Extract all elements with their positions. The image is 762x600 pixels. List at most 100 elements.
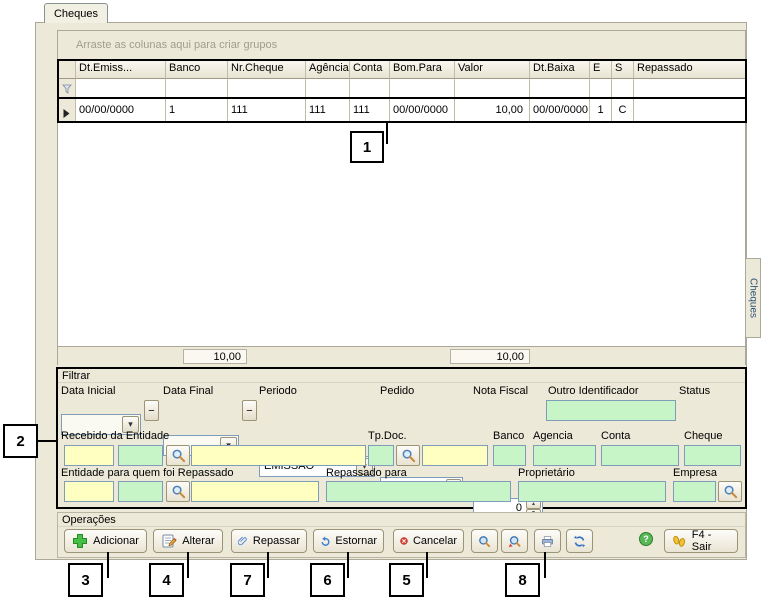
estornar-button[interactable]: Estornar: [313, 529, 384, 553]
conta-input[interactable]: [601, 445, 679, 466]
row-indicator: [58, 99, 76, 123]
callout-1: 1: [350, 131, 384, 163]
repassar-button[interactable]: Repassar: [231, 529, 307, 553]
column-header-agencia[interactable]: Agência: [306, 60, 350, 79]
zoom-out-button[interactable]: [501, 529, 528, 553]
column-header-repassado[interactable]: Repassado: [634, 60, 745, 79]
grid-filter-row: [58, 79, 745, 99]
filter-cell-banco[interactable]: [166, 79, 228, 99]
callout-2: 2: [3, 424, 38, 458]
filter-cell-bom-para[interactable]: [390, 79, 455, 99]
funnel-icon: [62, 84, 72, 94]
cancelar-button[interactable]: Cancelar: [393, 529, 464, 553]
repassado-para-input[interactable]: [326, 481, 511, 502]
entidade-repassado-code-input[interactable]: [64, 481, 114, 502]
agencia-input[interactable]: [533, 445, 596, 466]
operations-panel: Operações Adicionar Alterar Repassar Est…: [57, 512, 746, 558]
recebido-entidade-name-input[interactable]: [191, 445, 366, 466]
outro-identificador-label: Outro Identificador: [548, 385, 639, 397]
column-header-conta[interactable]: Conta: [350, 60, 390, 79]
refresh-button[interactable]: [566, 529, 593, 553]
empresa-input[interactable]: [673, 481, 716, 502]
alterar-label: Alterar: [182, 535, 214, 547]
callout-6-line: [347, 552, 349, 578]
help-button[interactable]: ?: [639, 532, 653, 546]
filter-cell-s[interactable]: [612, 79, 634, 99]
adicionar-button[interactable]: Adicionar: [64, 529, 147, 553]
side-tab-cheques[interactable]: Cheques: [746, 258, 761, 338]
empresa-lookup-button[interactable]: [718, 481, 742, 502]
cheque-label: Cheque: [684, 430, 723, 442]
cheques-grid: Arraste as colunas aqui para criar grupo…: [57, 30, 746, 365]
cell-banco[interactable]: 1: [166, 99, 228, 123]
filter-cell-dt-baixa[interactable]: [530, 79, 590, 99]
cell-valor[interactable]: 10,00: [455, 99, 530, 123]
magnifier-icon: [723, 484, 738, 499]
filter-cell-repassado[interactable]: [634, 79, 745, 99]
cell-dt-emissao[interactable]: 00/00/0000: [76, 99, 166, 123]
recebido-entidade-code-input[interactable]: [64, 445, 114, 466]
proprietario-input[interactable]: [518, 481, 666, 502]
data-final-clear-button[interactable]: [242, 400, 257, 421]
column-header-s[interactable]: S: [612, 60, 634, 79]
recebido-entidade-code2-input[interactable]: [118, 445, 163, 466]
cheque-input[interactable]: [684, 445, 741, 466]
column-header-nr-cheque[interactable]: Nr.Cheque: [228, 60, 306, 79]
footprints-icon: [671, 534, 687, 549]
column-header-dt-emissao[interactable]: Dt.Emiss...: [76, 60, 166, 79]
cancel-x-icon: [400, 533, 408, 549]
filter-cell-agencia[interactable]: [306, 79, 350, 99]
zoom-button[interactable]: [471, 529, 498, 553]
cell-agencia[interactable]: 111: [306, 99, 350, 123]
callout-8: 8: [505, 563, 540, 597]
filter-cell-dt-emissao[interactable]: [76, 79, 166, 99]
banco-input[interactable]: [493, 445, 526, 466]
entidade-repassado-label: Entidade para quem foi Repassado: [61, 467, 233, 479]
cell-e[interactable]: 1: [590, 99, 612, 123]
entidade-repassado-name-input[interactable]: [191, 481, 319, 502]
filter-cell-e[interactable]: [590, 79, 612, 99]
tab-cheques[interactable]: Cheques: [44, 3, 108, 23]
help-icon: ?: [639, 532, 653, 546]
print-button[interactable]: [534, 529, 561, 553]
grid-group-by-bar[interactable]: Arraste as colunas aqui para criar grupo…: [58, 31, 745, 60]
entidade-repassado-lookup-button[interactable]: [166, 481, 190, 502]
callout-8-line: [544, 552, 546, 578]
table-row[interactable]: 00/00/0000 1 111 111 111 00/00/0000 10,0…: [58, 99, 745, 123]
filter-cell-valor[interactable]: [455, 79, 530, 99]
cell-repassado[interactable]: [634, 99, 745, 123]
callout-4: 4: [149, 563, 184, 597]
filter-cell-conta[interactable]: [350, 79, 390, 99]
side-tab-cheques-label: Cheques: [748, 278, 759, 318]
column-header-dt-baixa[interactable]: Dt.Baixa: [530, 60, 590, 79]
callout-3-line: [107, 552, 109, 578]
tpdoc-desc-input[interactable]: [422, 445, 488, 466]
magnifier-icon: [401, 448, 416, 463]
cell-conta[interactable]: 111: [350, 99, 390, 123]
callout-3: 3: [68, 563, 103, 597]
alterar-button[interactable]: Alterar: [153, 529, 223, 553]
recebido-entidade-label: Recebido da Entidade: [61, 430, 169, 442]
tpdoc-lookup-button[interactable]: [396, 445, 420, 466]
filter-title: Filtrar: [58, 369, 745, 382]
callout-5-line: [426, 552, 428, 578]
filter-cell-nr-cheque[interactable]: [228, 79, 306, 99]
empresa-label: Empresa: [673, 467, 717, 479]
data-inicial-clear-button[interactable]: [144, 400, 159, 421]
estornar-label: Estornar: [335, 535, 377, 547]
entidade-repassado-code2-input[interactable]: [118, 481, 163, 502]
agencia-label: Agencia: [533, 430, 573, 442]
cell-bom-para[interactable]: 00/00/0000: [390, 99, 455, 123]
cell-nr-cheque[interactable]: 111: [228, 99, 306, 123]
f4-sair-button[interactable]: F4 - Sair: [664, 529, 738, 553]
outro-identificador-input[interactable]: [546, 400, 676, 421]
recebido-entidade-lookup-button[interactable]: [166, 445, 190, 466]
column-header-e[interactable]: E: [590, 60, 612, 79]
column-header-valor[interactable]: Valor: [455, 60, 530, 79]
summary-nr-cheque: 10,00: [183, 349, 247, 364]
cell-dt-baixa[interactable]: 00/00/0000: [530, 99, 590, 123]
cell-s[interactable]: C: [612, 99, 634, 123]
tpdoc-code-input[interactable]: [368, 445, 394, 466]
column-header-bom-para[interactable]: Bom.Para: [390, 60, 455, 79]
column-header-banco[interactable]: Banco: [166, 60, 228, 79]
